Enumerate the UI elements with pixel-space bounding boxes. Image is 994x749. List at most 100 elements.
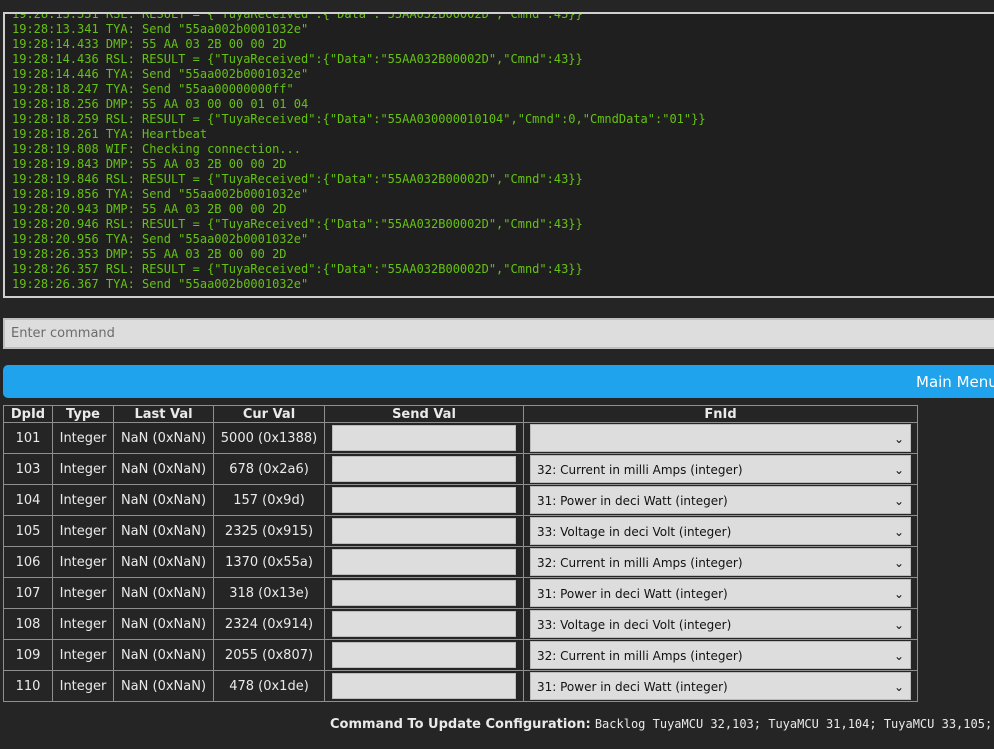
dp-table: DpId Type Last Val Cur Val Send Val FnId… xyxy=(3,405,918,702)
cell-fnid: 32: Current in milli Amps (integer) ⌄ xyxy=(523,546,918,578)
chevron-down-icon: ⌄ xyxy=(893,587,904,601)
main-menu-button[interactable]: Main Menu xyxy=(3,365,994,398)
cell-type: Integer xyxy=(52,453,114,485)
fnid-select[interactable]: 31: Power in deci Watt (integer) ⌄ xyxy=(530,672,911,700)
console-line: 19:28:19.856 TYA: Send "55aa002b0001032e… xyxy=(12,187,309,201)
console-log[interactable]: 19:28:13.331 RSL: RESULT = {"TuyaReceive… xyxy=(3,12,994,298)
cell-cur-val: 478 (0x1de) xyxy=(213,670,325,702)
chevron-down-icon: ⌄ xyxy=(893,463,904,477)
chevron-down-icon: ⌄ xyxy=(893,649,904,663)
fnid-select[interactable]: 32: Current in milli Amps (integer) ⌄ xyxy=(530,455,911,483)
table-row: 108 Integer NaN (0xNaN) 2324 (0x914) 33: Vol… xyxy=(3,608,918,640)
main-menu-label: Main Menu xyxy=(916,373,994,391)
console-line: 19:28:20.946 RSL: RESULT = {"TuyaReceive… xyxy=(12,217,583,231)
console-line: 19:28:26.353 DMP: 55 AA 03 2B 00 00 2D xyxy=(12,247,287,261)
chevron-down-icon: ⌄ xyxy=(893,525,904,539)
config-command-value: Backlog TuyaMCU 32,103; TuyaMCU 31,104; … xyxy=(594,717,993,731)
console-line: 19:28:26.367 TYA: Send "55aa002b0001032e… xyxy=(12,277,309,291)
cell-type: Integer xyxy=(52,639,114,671)
command-input[interactable] xyxy=(3,318,994,349)
console-lines: 19:28:13.331 RSL: RESULT = {"TuyaReceive… xyxy=(12,12,994,292)
config-command-label: Command To Update Configuration: xyxy=(330,717,591,732)
console-line: 19:28:19.846 RSL: RESULT = {"TuyaReceive… xyxy=(12,172,583,186)
col-send-val: Send Val xyxy=(324,405,524,423)
cell-fnid: 32: Current in milli Amps (integer) ⌄ xyxy=(523,639,918,671)
col-last-val: Last Val xyxy=(113,405,214,423)
fnid-select-value: 31: Power in deci Watt (integer) xyxy=(537,680,728,694)
table-row: 109 Integer NaN (0xNaN) 2055 (0x807) 32: Cur… xyxy=(3,639,918,671)
console-line: 19:28:19.808 WIF: Checking connection... xyxy=(12,142,301,156)
config-command: Command To Update Configuration: Backlog… xyxy=(330,717,992,732)
cell-fnid: 31: Power in deci Watt (integer) ⌄ xyxy=(523,670,918,702)
chevron-down-icon: ⌄ xyxy=(893,680,904,694)
col-dpid: DpId xyxy=(3,405,53,423)
chevron-down-icon: ⌄ xyxy=(893,494,904,508)
send-val-input[interactable] xyxy=(332,642,516,668)
cell-fnid: ⌄ xyxy=(523,422,918,454)
col-fnid: FnId xyxy=(523,405,918,423)
fnid-select-value: 33: Voltage in deci Volt (integer) xyxy=(537,525,732,539)
send-val-input[interactable] xyxy=(332,456,516,482)
col-type: Type xyxy=(52,405,114,423)
cell-send-val xyxy=(324,608,524,640)
cell-send-val xyxy=(324,670,524,702)
cell-fnid: 31: Power in deci Watt (integer) ⌄ xyxy=(523,484,918,516)
fnid-select[interactable]: ⌄ xyxy=(530,424,911,452)
cell-dpid: 107 xyxy=(3,577,53,609)
console-line: 19:28:20.956 TYA: Send "55aa002b0001032e… xyxy=(12,232,309,246)
cell-cur-val: 2324 (0x914) xyxy=(213,608,325,640)
fnid-select[interactable]: 31: Power in deci Watt (integer) ⌄ xyxy=(530,486,911,514)
fnid-select[interactable]: 32: Current in milli Amps (integer) ⌄ xyxy=(530,548,911,576)
cell-fnid: 33: Voltage in deci Volt (integer) ⌄ xyxy=(523,515,918,547)
cell-type: Integer xyxy=(52,515,114,547)
cell-dpid: 105 xyxy=(3,515,53,547)
cell-cur-val: 2055 (0x807) xyxy=(213,639,325,671)
table-row: 106 Integer NaN (0xNaN) 1370 (0x55a) 32: Cur… xyxy=(3,546,918,578)
cell-cur-val: 2325 (0x915) xyxy=(213,515,325,547)
cell-type: Integer xyxy=(52,422,114,454)
cell-last-val: NaN (0xNaN) xyxy=(113,515,214,547)
cell-type: Integer xyxy=(52,546,114,578)
cell-last-val: NaN (0xNaN) xyxy=(113,422,214,454)
cell-send-val xyxy=(324,639,524,671)
fnid-select[interactable]: 31: Power in deci Watt (integer) ⌄ xyxy=(530,579,911,607)
console-line: 19:28:14.436 RSL: RESULT = {"TuyaReceive… xyxy=(12,52,583,66)
cell-send-val xyxy=(324,484,524,516)
send-val-input[interactable] xyxy=(332,611,516,637)
send-val-input[interactable] xyxy=(332,518,516,544)
cell-dpid: 108 xyxy=(3,608,53,640)
fnid-select-value: 32: Current in milli Amps (integer) xyxy=(537,649,743,663)
cell-type: Integer xyxy=(52,577,114,609)
send-val-input[interactable] xyxy=(332,580,516,606)
cell-type: Integer xyxy=(52,608,114,640)
cell-last-val: NaN (0xNaN) xyxy=(113,546,214,578)
fnid-select[interactable]: 32: Current in milli Amps (integer) ⌄ xyxy=(530,641,911,669)
table-row: 110 Integer NaN (0xNaN) 478 (0x1de) 31: Powe… xyxy=(3,670,918,702)
send-val-input[interactable] xyxy=(332,425,516,451)
send-val-input[interactable] xyxy=(332,487,516,513)
console-line: 19:28:26.357 RSL: RESULT = {"TuyaReceive… xyxy=(12,262,583,276)
fnid-select-value: 32: Current in milli Amps (integer) xyxy=(537,463,743,477)
table-header-row: DpId Type Last Val Cur Val Send Val FnId xyxy=(3,405,918,423)
cell-send-val xyxy=(324,577,524,609)
cell-cur-val: 678 (0x2a6) xyxy=(213,453,325,485)
table-row: 101 Integer NaN (0xNaN) 5000 (0x1388) ⌄ xyxy=(3,422,918,454)
table-row: 104 Integer NaN (0xNaN) 157 (0x9d) 31: Power… xyxy=(3,484,918,516)
cell-last-val: NaN (0xNaN) xyxy=(113,484,214,516)
cell-type: Integer xyxy=(52,670,114,702)
cell-send-val xyxy=(324,546,524,578)
cell-fnid: 33: Voltage in deci Volt (integer) ⌄ xyxy=(523,608,918,640)
fnid-select-value: 31: Power in deci Watt (integer) xyxy=(537,587,728,601)
cell-send-val xyxy=(324,453,524,485)
console-line: 19:28:18.259 RSL: RESULT = {"TuyaReceive… xyxy=(12,112,706,126)
send-val-input[interactable] xyxy=(332,549,516,575)
fnid-select[interactable]: 33: Voltage in deci Volt (integer) ⌄ xyxy=(530,610,911,638)
send-val-input[interactable] xyxy=(332,673,516,699)
chevron-down-icon: ⌄ xyxy=(893,432,904,446)
table-row: 105 Integer NaN (0xNaN) 2325 (0x915) 33: Vol… xyxy=(3,515,918,547)
cell-last-val: NaN (0xNaN) xyxy=(113,577,214,609)
cell-cur-val: 5000 (0x1388) xyxy=(213,422,325,454)
fnid-select[interactable]: 33: Voltage in deci Volt (integer) ⌄ xyxy=(530,517,911,545)
cell-last-val: NaN (0xNaN) xyxy=(113,453,214,485)
console-line: 19:28:13.331 RSL: RESULT = {"TuyaReceive… xyxy=(12,12,583,21)
